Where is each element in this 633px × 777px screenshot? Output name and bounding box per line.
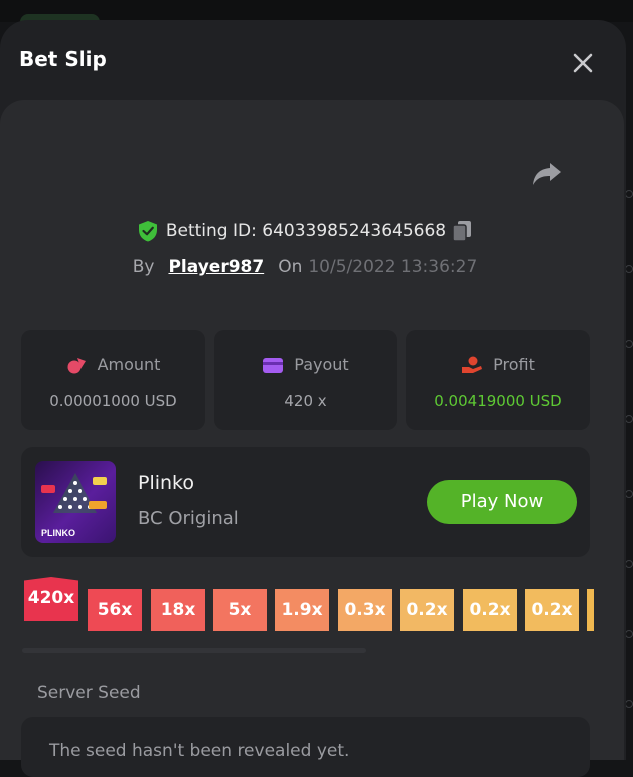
modal-title: Bet Slip [19,47,107,71]
profit-hand-icon [462,356,483,373]
betting-id-row: Betting ID: 64033985243645668 [0,220,610,242]
by-label: By [132,257,155,277]
amount-card: Amount 0.00001000 USD [21,330,205,430]
game-provider: BC Original [138,508,239,529]
multiplier-tile: 0.2x [400,589,454,631]
betting-id-value: 64033985243645668 [262,221,447,241]
play-now-button[interactable]: Play Now [427,480,577,524]
multiplier-tile: 5x [213,589,267,631]
multiplier-tile: 18x [151,589,205,631]
background-edge [625,0,633,740]
bet-meta-row: By Player987 On 10/5/2022 13:36:27 [0,257,610,277]
multiplier-strip[interactable]: 420x 56x 18x 5x 1.9x 0.3x 0.2x 0.2x 0.2x [24,577,594,639]
amount-label: Amount [97,355,161,374]
player-link[interactable]: Player987 [168,257,264,277]
wallet-icon [263,357,284,373]
server-seed-text: The seed hasn't been revealed yet. [49,741,350,761]
shield-check-icon [138,221,157,242]
bet-chips-icon [67,357,86,373]
game-card: PLINKO Plinko BC Original Play Now [21,447,590,557]
multiplier-tile: 420x [24,577,78,621]
payout-label: Payout [294,355,349,374]
multiplier-tile-partial [587,589,594,631]
copy-icon[interactable] [452,220,472,242]
profit-value: 0.00419000 USD [434,392,562,410]
bet-slip-modal: Bet Slip Betting ID: 64033985243645668 B… [0,20,626,777]
thumb-title: PLINKO [41,528,75,538]
on-label: On [278,257,303,277]
server-seed-box: The seed hasn't been revealed yet. [21,717,590,777]
close-icon[interactable] [568,48,598,78]
multiplier-scrollbar[interactable] [22,648,366,653]
game-name: Plinko [138,472,195,494]
betting-id-label: Betting ID: [165,221,257,241]
share-icon[interactable] [532,160,562,186]
server-seed-label: Server Seed [37,683,141,703]
bet-details-panel [0,100,624,760]
amount-value: 0.00001000 USD [49,392,177,410]
multiplier-tile: 0.2x [463,589,517,631]
multiplier-tile: 56x [88,589,142,631]
payout-value: 420 x [284,392,327,410]
profit-label: Profit [493,355,535,374]
plinko-game-thumbnail[interactable]: PLINKO [35,461,116,543]
payout-card: Payout 420 x [214,330,397,430]
multiplier-tile: 0.2x [525,589,579,631]
profit-card: Profit 0.00419000 USD [406,330,590,430]
multiplier-tile: 1.9x [275,589,329,631]
multiplier-tile: 0.3x [338,589,392,631]
plinko-artwork: PLINKO [41,473,107,538]
bet-datetime: 10/5/2022 13:36:27 [308,257,478,277]
